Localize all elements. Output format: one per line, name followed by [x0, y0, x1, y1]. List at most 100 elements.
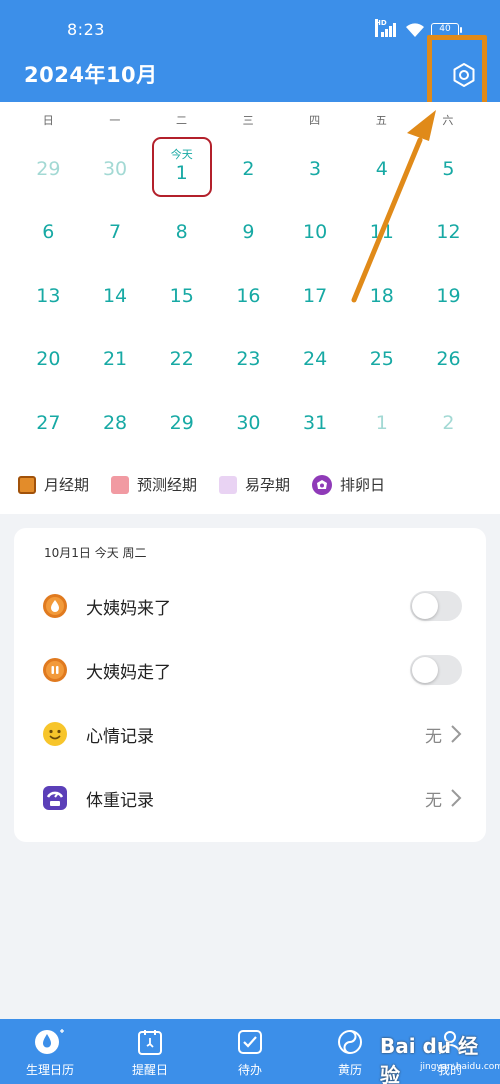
day-number: 31: [303, 411, 328, 434]
nav-label: 黄历: [337, 1063, 362, 1077]
calendar-day[interactable]: 6: [15, 201, 82, 265]
day-number: 23: [236, 348, 261, 371]
calendar-day[interactable]: 25: [348, 328, 415, 392]
day-number: 18: [369, 284, 394, 307]
calendar-day[interactable]: 2: [215, 137, 282, 201]
calendar-day[interactable]: 29: [15, 137, 82, 201]
calendar-day[interactable]: 12: [415, 201, 482, 265]
day-number: 29: [169, 411, 194, 434]
day-number: 26: [436, 348, 461, 371]
calendar: 日 一 二 三 四 五 六 29 30 今天 1 2 3 4 5 6 7 8 9 10 11 12 13 14 1…: [0, 102, 500, 514]
calendar-day[interactable]: 14: [82, 264, 149, 328]
calendar-day[interactable]: 18: [348, 264, 415, 328]
day-number: 4: [375, 157, 388, 180]
weekday-label: 六: [442, 114, 454, 127]
mood-label: 心情记录: [86, 726, 154, 747]
nav-item-cycle-calendar[interactable]: 生理日历: [0, 1019, 100, 1084]
day-number: 2: [242, 157, 255, 180]
calendar-day[interactable]: 23: [215, 328, 282, 392]
calendar-day[interactable]: 2: [415, 391, 482, 455]
weight-label: 体重记录: [86, 790, 154, 811]
calendar-day[interactable]: 30: [215, 391, 282, 455]
day-number: 22: [169, 348, 194, 371]
day-number: 3: [309, 157, 322, 180]
period-end-toggle[interactable]: [410, 655, 462, 685]
calendar-day[interactable]: 20: [15, 328, 82, 392]
nav-label: 提醒日: [131, 1063, 168, 1077]
weekday-label: 四: [309, 114, 321, 127]
ovulation-icon: [312, 474, 333, 495]
day-number: 29: [36, 157, 61, 180]
day-number: 9: [242, 221, 255, 244]
gear-icon: [453, 63, 475, 87]
legend-predicted: 预测经期: [111, 474, 197, 495]
calendar-day[interactable]: 21: [82, 328, 149, 392]
weight-row[interactable]: 体重记录 无: [42, 778, 462, 818]
day-number: 20: [36, 348, 61, 371]
calendar-day[interactable]: 30: [82, 137, 149, 201]
calendar-day[interactable]: 16: [215, 264, 282, 328]
calendar-day[interactable]: 17: [282, 264, 349, 328]
calendar-day[interactable]: 29: [148, 391, 215, 455]
calendar-day[interactable]: 3: [282, 137, 349, 201]
calendar-day[interactable]: 31: [282, 391, 349, 455]
settings-button[interactable]: [449, 60, 479, 90]
day-number: 10: [303, 221, 328, 244]
calendar-day[interactable]: 22: [148, 328, 215, 392]
day-number: 5: [442, 157, 455, 180]
calendar-day[interactable]: 5: [415, 137, 482, 201]
selected-date: 10月1日 今天 周二: [44, 546, 147, 560]
calendar-day[interactable]: 1: [348, 391, 415, 455]
day-number: 25: [369, 348, 394, 371]
calendar-day[interactable]: 8: [148, 201, 215, 265]
mood-row[interactable]: 心情记录 无: [42, 714, 462, 754]
wifi-icon: [406, 23, 424, 37]
nav-item-todo[interactable]: 待办: [200, 1019, 300, 1084]
day-number: 13: [36, 284, 61, 307]
day-number: 17: [303, 284, 328, 307]
calendar-day[interactable]: 7: [82, 201, 149, 265]
pause-drop-icon: [43, 658, 67, 682]
mood-value: 无: [425, 726, 442, 747]
day-detail-card: 10月1日 今天 周二 大姨妈来了 大姨妈走了 心情记录 无 体重记录 无: [14, 528, 486, 842]
calendar-day[interactable]: 9: [215, 201, 282, 265]
chevron-right-icon: [451, 725, 462, 743]
nav-label: 生理日历: [25, 1063, 74, 1077]
day-number: 30: [236, 411, 261, 434]
day-number: 11: [369, 221, 394, 244]
scale-icon: [43, 786, 67, 810]
weekday-label: 一: [109, 114, 121, 127]
weekday-label: 五: [375, 114, 387, 127]
calendar-day[interactable]: 28: [82, 391, 149, 455]
nav-item-reminder[interactable]: 提醒日: [100, 1019, 200, 1084]
legend-ovulation: 排卵日: [312, 474, 385, 495]
legend-period: 月经期: [18, 474, 89, 495]
calendar-day[interactable]: 19: [415, 264, 482, 328]
day-number: 14: [102, 284, 128, 307]
day-number: 12: [436, 221, 461, 244]
calendar-day-today[interactable]: 今天 1: [148, 137, 215, 201]
weekday-label: 三: [242, 114, 254, 127]
period-start-row[interactable]: 大姨妈来了: [42, 586, 462, 626]
calendar-day[interactable]: 26: [415, 328, 482, 392]
period-start-toggle[interactable]: [410, 591, 462, 621]
app-header: 8:23 HD 40 2024年10月: [0, 0, 500, 102]
checkbox-icon: [238, 1030, 262, 1054]
period-end-row[interactable]: 大姨妈走了: [42, 650, 462, 690]
calendar-day[interactable]: 11: [348, 201, 415, 265]
day-number: 28: [102, 411, 128, 434]
calendar-day[interactable]: 4: [348, 137, 415, 201]
period-swatch: [18, 475, 36, 494]
calendar-day[interactable]: 15: [148, 264, 215, 328]
calendar-day[interactable]: 27: [15, 391, 82, 455]
calendar-day[interactable]: 24: [282, 328, 349, 392]
smiley-icon: [43, 722, 67, 746]
calendar-day[interactable]: 10: [282, 201, 349, 265]
watermark-url: jingyan.baidu.com: [420, 1062, 500, 1072]
signal-icon: HD: [375, 19, 399, 37]
calendar-day[interactable]: 13: [15, 264, 82, 328]
drop-icon: [43, 594, 67, 618]
yin-yang-icon: [338, 1030, 362, 1054]
day-number: 7: [108, 221, 122, 244]
day-number: 19: [436, 284, 461, 307]
